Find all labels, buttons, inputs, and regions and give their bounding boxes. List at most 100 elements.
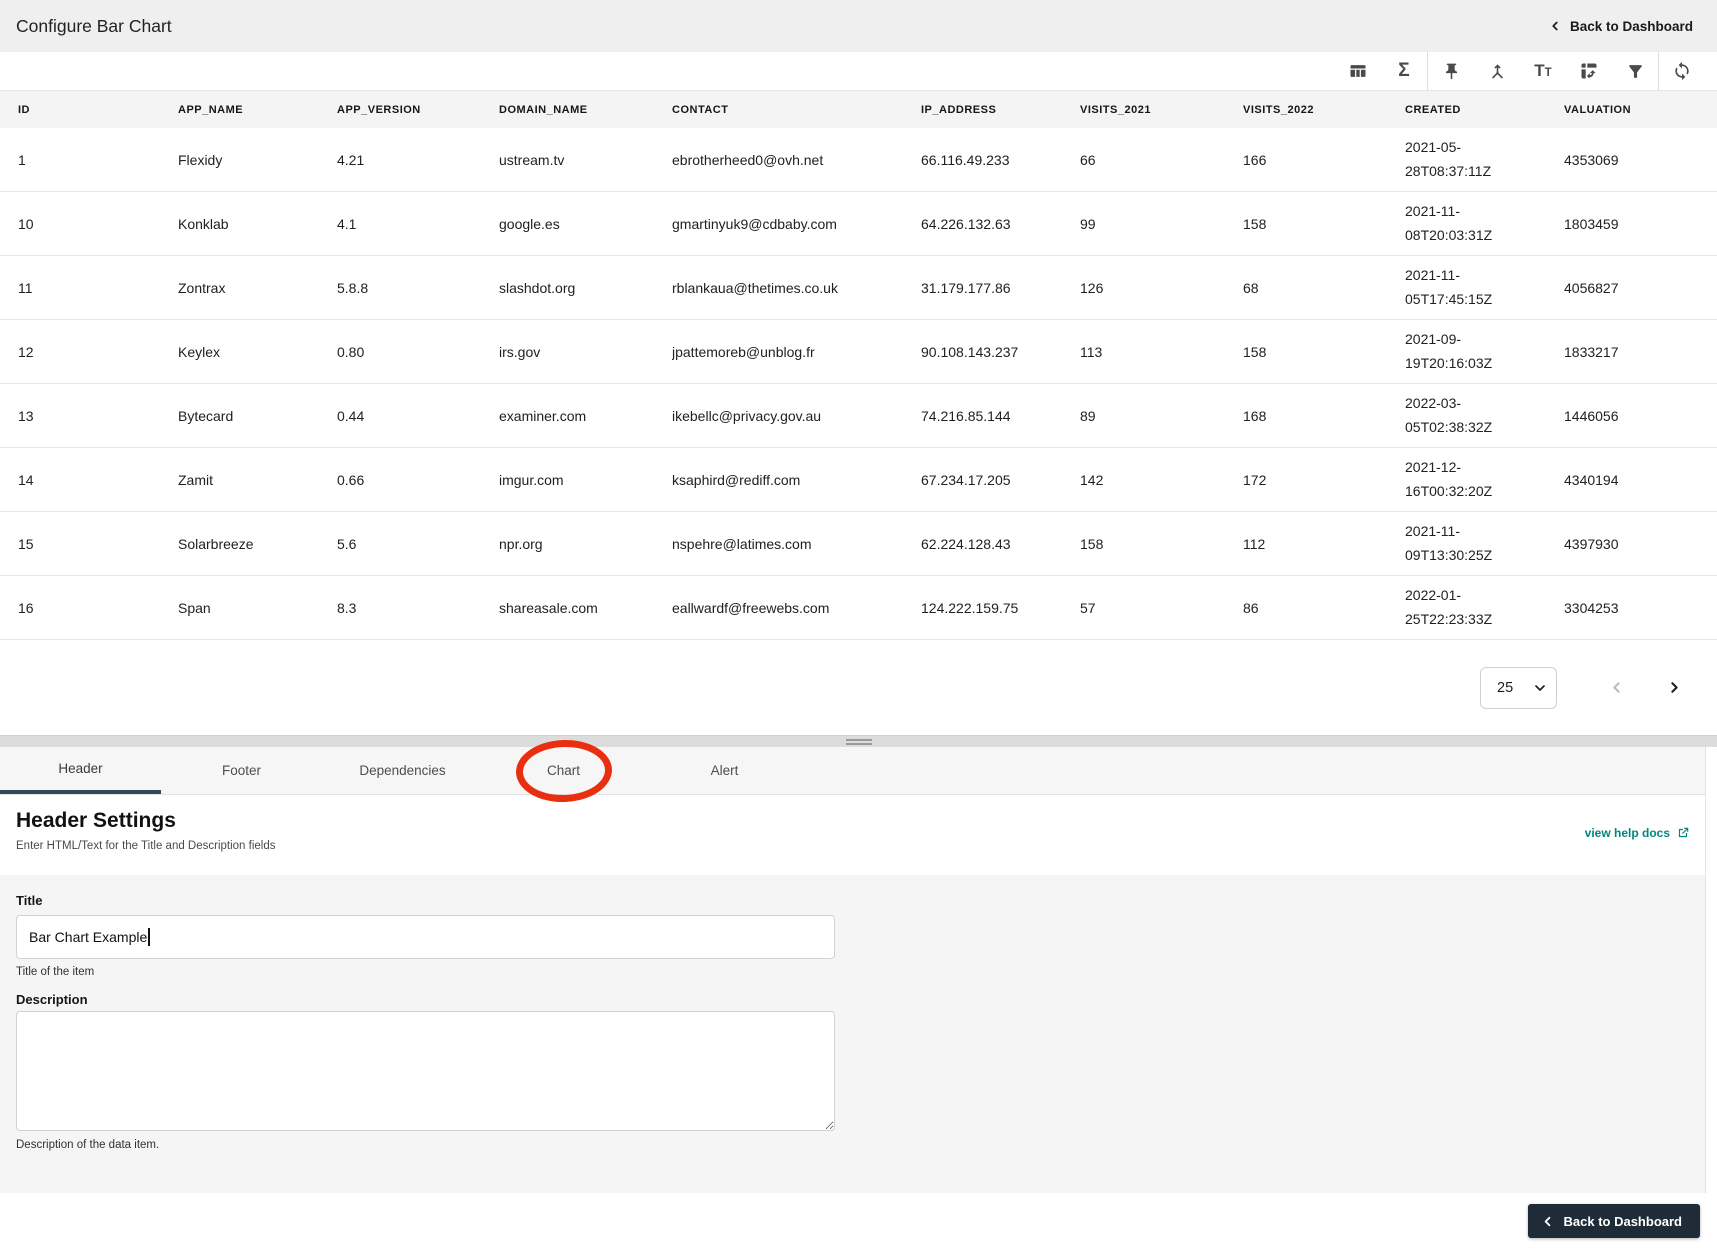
cell-app_version: 0.80 xyxy=(337,343,365,360)
previous-page-button[interactable] xyxy=(1599,671,1633,705)
tab-header[interactable]: Header xyxy=(0,747,161,794)
cell-contact: jpattemoreb@unblog.fr xyxy=(672,343,815,360)
cell-ip_address: 74.216.85.144 xyxy=(921,407,1011,424)
cell-app_version: 8.3 xyxy=(337,599,357,616)
cell-app_name: Span xyxy=(178,599,211,616)
column-header-contact[interactable]: CONTACT xyxy=(672,91,921,128)
tab-dependencies[interactable]: Dependencies xyxy=(322,747,483,794)
cell-visits_2021: 126 xyxy=(1080,279,1104,296)
column-header-domain_name[interactable]: DOMAIN_NAME xyxy=(499,91,672,128)
section-heading-band: Header Settings Enter HTML/Text for the … xyxy=(0,795,1717,875)
cell-domain_name: examiner.com xyxy=(499,407,587,424)
next-page-button[interactable] xyxy=(1657,671,1691,705)
cell-visits_2022: 86 xyxy=(1243,599,1259,616)
filter-icon[interactable] xyxy=(1612,52,1658,90)
cell-domain_name: imgur.com xyxy=(499,471,564,488)
column-header-valuation[interactable]: VALUATION xyxy=(1564,91,1717,128)
cell-valuation: 4056827 xyxy=(1564,279,1619,296)
cell-contact: ikebellc@privacy.gov.au xyxy=(672,407,822,424)
tab-label: Alert xyxy=(710,763,739,778)
cell-ip_address: 31.179.177.86 xyxy=(921,279,1011,296)
cell-app_version: 5.8.8 xyxy=(337,279,369,296)
tab-chart[interactable]: Chart xyxy=(483,737,644,804)
cell-ip_address: 64.226.132.63 xyxy=(921,215,1011,232)
back-to-dashboard-button[interactable]: Back to Dashboard xyxy=(1527,1204,1700,1238)
table-row[interactable]: 13 Bytecard 0.44 examiner.com ikebellc@priva… xyxy=(0,384,1717,448)
page-size-select[interactable]: 25 xyxy=(1480,666,1557,709)
table-row[interactable]: 1 Flexidy 4.21 ustream.tv ebrotherheed0@ovh.… xyxy=(0,128,1717,192)
column-header-created[interactable]: CREATED xyxy=(1405,91,1564,128)
header-settings-form: Title Bar Chart Example Title of the ite… xyxy=(0,875,1717,1193)
cell-visits_2022: 166 xyxy=(1243,151,1267,168)
table-header-row: ID APP_NAME APP_VERSION DOMAIN_NAME CONTACT I… xyxy=(0,90,1717,128)
cell-visits_2021: 57 xyxy=(1080,599,1096,616)
cell-app_version: 5.6 xyxy=(337,535,357,552)
title-input[interactable]: Bar Chart Example xyxy=(16,915,835,959)
cell-id: 14 xyxy=(18,471,34,488)
cell-visits_2021: 113 xyxy=(1080,343,1103,360)
cell-visits_2022: 158 xyxy=(1243,215,1267,232)
cell-id: 10 xyxy=(18,215,34,232)
pin-icon[interactable] xyxy=(1428,52,1474,90)
text-format-icon[interactable]: TT xyxy=(1520,52,1566,90)
cell-visits_2021: 142 xyxy=(1080,471,1104,488)
cell-ip_address: 66.116.49.233 xyxy=(921,151,1010,168)
cell-valuation: 4353069 xyxy=(1564,151,1619,168)
pagination-bar: 25 xyxy=(0,640,1717,735)
column-header-id[interactable]: ID xyxy=(18,91,178,128)
table-row[interactable]: 12 Keylex 0.80 irs.gov jpattemoreb@unblog.fr… xyxy=(0,320,1717,384)
cell-domain_name: ustream.tv xyxy=(499,151,565,168)
sync-icon[interactable] xyxy=(1659,52,1705,90)
cell-visits_2022: 172 xyxy=(1243,471,1267,488)
table-row[interactable]: 16 Span 8.3 shareasale.com eallwardf@freeweb… xyxy=(0,576,1717,640)
cell-valuation: 1833217 xyxy=(1564,343,1619,360)
chevron-left-icon xyxy=(1544,1216,1550,1226)
column-header-visits_2021[interactable]: VISITS_2021 xyxy=(1080,91,1243,128)
scrollbar-track[interactable] xyxy=(1705,747,1717,1193)
column-header-app_version[interactable]: APP_VERSION xyxy=(337,91,499,128)
cell-app_name: Bytecard xyxy=(178,407,234,424)
back-to-dashboard-link[interactable]: Back to Dashboard xyxy=(1548,19,1693,34)
pivot-table-icon[interactable] xyxy=(1566,52,1612,90)
cell-ip_address: 62.224.128.43 xyxy=(921,535,1011,552)
cell-visits_2022: 158 xyxy=(1243,343,1267,360)
tab-footer[interactable]: Footer xyxy=(161,747,322,794)
tab-label: Dependencies xyxy=(359,763,446,778)
description-helper-text: Description of the data item. xyxy=(16,1139,160,1151)
description-textarea[interactable] xyxy=(16,1011,835,1131)
view-help-docs-link[interactable]: view help docs xyxy=(1585,826,1690,840)
column-header-visits_2022[interactable]: VISITS_2022 xyxy=(1243,91,1405,128)
cell-app_name: Keylex xyxy=(178,343,221,360)
tab-label: Chart xyxy=(546,763,580,778)
top-header-bar: Configure Bar Chart Back to Dashboard xyxy=(0,0,1717,52)
cell-visits_2022: 112 xyxy=(1243,535,1266,552)
table-row[interactable]: 14 Zamit 0.66 imgur.com ksaphird@rediff.com 6… xyxy=(0,448,1717,512)
back-to-dashboard-button-label: Back to Dashboard xyxy=(1563,1213,1682,1229)
cell-created: 2021-11-05T17:45:15Z xyxy=(1405,266,1493,307)
pane-splitter[interactable] xyxy=(0,735,1717,747)
merge-icon[interactable] xyxy=(1474,52,1520,90)
cell-valuation: 3304253 xyxy=(1564,599,1619,616)
cell-domain_name: irs.gov xyxy=(499,343,541,360)
table-columns-icon[interactable] xyxy=(1335,52,1381,90)
cell-app_version: 4.1 xyxy=(337,215,357,232)
table-row[interactable]: 15 Solarbreeze 5.6 npr.org nspehre@latimes.c… xyxy=(0,512,1717,576)
column-header-ip_address[interactable]: IP_ADDRESS xyxy=(921,91,1080,128)
cell-created: 2022-03-05T02:38:32Z xyxy=(1405,394,1493,435)
cell-created: 2021-05-28T08:37:11Z xyxy=(1405,138,1492,179)
section-subheading: Enter HTML/Text for the Title and Descri… xyxy=(16,840,276,852)
cell-domain_name: slashdot.org xyxy=(499,279,576,296)
tab-alert[interactable]: Alert xyxy=(644,747,805,794)
table-row[interactable]: 10 Konklab 4.1 google.es gmartinyuk9@cdbaby.… xyxy=(0,192,1717,256)
table-row[interactable]: 11 Zontrax 5.8.8 slashdot.org rblankaua@thet… xyxy=(0,256,1717,320)
cell-id: 11 xyxy=(18,279,33,296)
sigma-icon[interactable]: Σ xyxy=(1381,52,1427,90)
splitter-grip-icon xyxy=(845,739,872,747)
cell-created: 2021-12-16T00:32:20Z xyxy=(1405,458,1493,499)
cell-visits_2021: 158 xyxy=(1080,535,1104,552)
cell-visits_2021: 89 xyxy=(1080,407,1096,424)
column-header-app_name[interactable]: APP_NAME xyxy=(178,91,337,128)
cell-id: 16 xyxy=(18,599,34,616)
cell-domain_name: google.es xyxy=(499,215,560,232)
settings-pane: Header Footer Dependencies Chart Alert Heade… xyxy=(0,737,1717,1251)
